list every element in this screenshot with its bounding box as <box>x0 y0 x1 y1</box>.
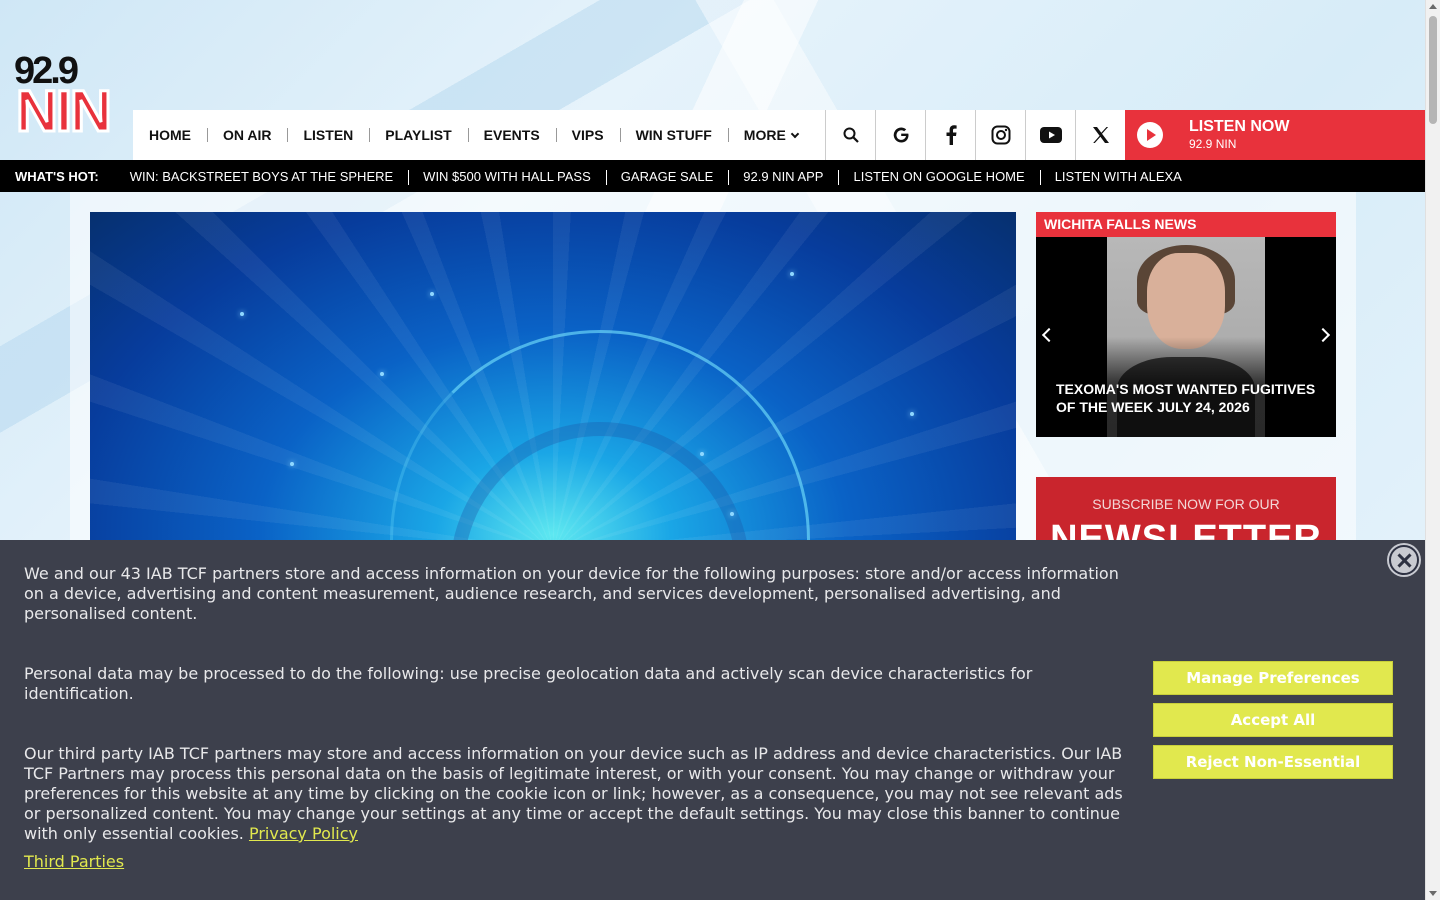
nav-vips[interactable]: VIPS <box>555 110 620 160</box>
consent-paragraph-purposes: We and our 43 IAB TCF partners store and… <box>24 564 1119 623</box>
x-icon <box>1092 127 1109 143</box>
manage-preferences-button[interactable]: Manage Preferences <box>1153 661 1393 695</box>
nav-home[interactable]: HOME <box>133 110 207 160</box>
cookie-consent-banner: We and our 43 IAB TCF partners store and… <box>0 540 1425 900</box>
accept-all-button[interactable]: Accept All <box>1153 703 1393 737</box>
close-icon[interactable] <box>1389 545 1419 575</box>
wichita-falls-news-slider[interactable]: WICHITA FALLS NEWS TEXOMA'S MOST WANTED … <box>1036 212 1336 437</box>
listen-now-text: LISTEN NOW 92.9 NIN <box>1189 118 1289 152</box>
station-logo[interactable]: 92.9 NIN <box>14 52 120 142</box>
scrollbar-thumb[interactable] <box>1429 16 1437 124</box>
newsletter-subtitle: SUBSCRIBE NOW FOR OUR <box>1092 496 1280 512</box>
instagram-icon <box>991 125 1010 145</box>
hero-image[interactable] <box>90 212 1016 552</box>
hot-item-app[interactable]: 92.9 NIN APP <box>728 169 838 185</box>
scroll-up-icon[interactable] <box>1429 4 1437 9</box>
hot-item-backstreet-boys[interactable]: WIN: BACKSTREET BOYS AT THE SPHERE <box>115 169 408 184</box>
hero-sparkle <box>790 272 794 276</box>
hot-item-hall-pass[interactable]: WIN $500 WITH HALL PASS <box>408 169 606 185</box>
whats-hot-label: WHAT'S HOT: <box>15 168 99 184</box>
page-scrollbar[interactable] <box>1425 0 1440 900</box>
third-parties-link[interactable]: Third Parties <box>24 852 124 872</box>
google-icon <box>893 127 908 143</box>
hero-sparkle <box>290 462 294 466</box>
play-icon <box>1137 122 1163 148</box>
google-button[interactable] <box>875 110 925 160</box>
nav-more-label: MORE <box>743 127 786 143</box>
news-heading: WICHITA FALLS NEWS <box>1036 212 1336 237</box>
x-button[interactable] <box>1075 110 1125 160</box>
privacy-policy-link[interactable]: Privacy Policy <box>249 824 358 843</box>
nav-links: HOME ON AIR LISTEN PLAYLIST EVENTS VIPS … <box>133 110 814 160</box>
search-icon <box>843 127 859 143</box>
photo-face <box>1147 253 1225 349</box>
nav-on-air[interactable]: ON AIR <box>207 110 287 160</box>
chevron-down-icon <box>790 129 800 139</box>
consent-paragraph-partners: Our third party IAB TCF partners may sto… <box>24 744 1124 844</box>
nav-more[interactable]: MORE <box>727 110 814 160</box>
nav-events[interactable]: EVENTS <box>467 110 556 160</box>
hot-item-alexa[interactable]: LISTEN WITH ALEXA <box>1039 169 1197 185</box>
reject-non-essential-button[interactable]: Reject Non-Essential <box>1153 745 1393 779</box>
listen-now-station: 92.9 NIN <box>1189 137 1237 151</box>
listen-now-title: LISTEN NOW <box>1189 118 1290 135</box>
logo-letters: NIN <box>15 79 114 144</box>
hero-sparkle <box>730 512 734 516</box>
main-nav: HOME ON AIR LISTEN PLAYLIST EVENTS VIPS … <box>133 110 1425 160</box>
hero-sparkle <box>380 372 384 376</box>
consent-paragraph-data: Personal data may be processed to do the… <box>24 664 1033 703</box>
consent-partners-text: Our third party IAB TCF partners may sto… <box>24 744 1123 843</box>
youtube-icon <box>1039 127 1062 143</box>
hero-sparkle <box>910 412 914 416</box>
search-button[interactable] <box>825 110 875 160</box>
scroll-down-icon[interactable] <box>1429 891 1437 896</box>
hot-item-garage-sale[interactable]: GARAGE SALE <box>605 169 728 185</box>
facebook-icon <box>946 125 957 145</box>
hero-sparkle <box>240 312 244 316</box>
facebook-button[interactable] <box>925 110 975 160</box>
nav-listen[interactable]: LISTEN <box>287 110 369 160</box>
hot-item-google-home[interactable]: LISTEN ON GOOGLE HOME <box>838 169 1039 185</box>
hero-sparkle <box>700 452 704 456</box>
whats-hot-bar: WHAT'S HOT: WIN: BACKSTREET BOYS AT THE … <box>0 160 1425 192</box>
listen-now-button[interactable]: LISTEN NOW 92.9 NIN <box>1125 110 1425 160</box>
news-caption[interactable]: TEXOMA'S MOST WANTED FUGITIVES OF THE WE… <box>1056 380 1316 416</box>
nav-win-stuff[interactable]: WIN STUFF <box>619 110 728 160</box>
instagram-button[interactable] <box>975 110 1025 160</box>
hero-sparkle <box>430 292 434 296</box>
youtube-button[interactable] <box>1025 110 1075 160</box>
nav-playlist[interactable]: PLAYLIST <box>369 110 467 160</box>
nav-icon-group <box>825 110 1125 160</box>
